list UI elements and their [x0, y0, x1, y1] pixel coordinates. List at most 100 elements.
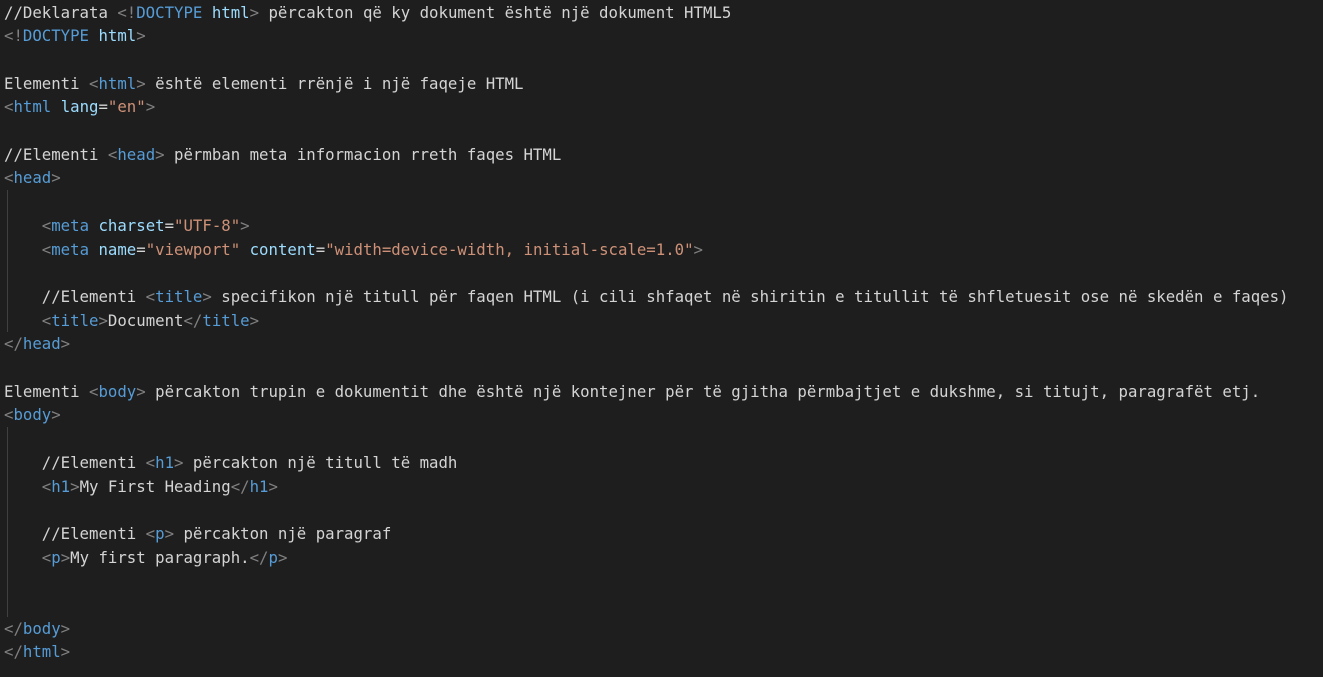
code-token: >: [60, 334, 71, 354]
code-line: //Elementi <head> përmban meta informaci…: [4, 143, 561, 167]
code-token: My first paragraph.: [70, 547, 250, 567]
code-token: >: [136, 73, 146, 93]
code-token: <: [41, 215, 52, 235]
code-token: //Elementi: [4, 144, 108, 164]
code-token: DOCTYPE: [136, 2, 203, 22]
code-token: meta: [51, 215, 90, 235]
code-token: <: [41, 547, 52, 567]
code-line: <meta charset="UTF-8">: [4, 214, 250, 238]
code-token: "width=device-width, initial-scale=1.0": [325, 239, 694, 259]
code-token: =: [98, 97, 108, 117]
code-token: >: [60, 618, 71, 638]
code-token: content: [249, 239, 316, 259]
code-token: >: [155, 144, 165, 164]
code-token: =: [315, 239, 326, 259]
code-token: </: [4, 334, 23, 354]
code-token: >: [60, 547, 71, 567]
code-token: përmban meta informacion rreth faqes HTM…: [164, 144, 562, 164]
code-token: html: [211, 2, 250, 22]
code-line: <p>My first paragraph.</p>: [4, 546, 288, 570]
code-token: >: [249, 310, 260, 330]
code-line: <meta name="viewport" content="width=dev…: [4, 238, 703, 262]
code-token: >: [249, 2, 260, 22]
code-line: </body>: [4, 617, 70, 641]
code-token: >: [70, 476, 80, 496]
code-token: </: [4, 642, 23, 662]
code-token: title: [51, 310, 99, 330]
code-line: </html>: [4, 640, 70, 664]
code-token: është elementi rrënjë i një faqeje HTML: [145, 73, 524, 93]
code-token: p: [268, 547, 278, 567]
code-line: <!DOCTYPE html>: [4, 24, 146, 48]
code-token: >: [98, 310, 108, 330]
code-token: >: [277, 547, 288, 567]
code-token: >: [60, 642, 71, 662]
code-token: body: [98, 381, 137, 401]
code-token: Elementi: [4, 73, 90, 93]
code-line: <body>: [4, 403, 61, 427]
code-token: specifikon një titull për faqen HTML (i …: [211, 286, 1289, 306]
code-token: >: [51, 168, 61, 188]
code-token: <: [41, 239, 52, 259]
code-token: </: [183, 310, 203, 330]
code-token: >: [136, 381, 146, 401]
code-token: //Elementi: [4, 523, 146, 543]
code-editor[interactable]: //Deklarata <!DOCTYPE html> përcakton që…: [0, 0, 1323, 677]
code-token: =: [164, 215, 175, 235]
code-token: <!: [4, 26, 23, 46]
code-token: >: [240, 215, 250, 235]
code-token: >: [202, 286, 212, 306]
code-token: <: [145, 523, 156, 543]
code-line: Elementi <body> përcakton trupin e dokum…: [4, 380, 1260, 404]
code-token: meta: [51, 239, 90, 259]
code-token: >: [145, 97, 156, 117]
code-token: name: [98, 239, 137, 259]
code-token: <!: [117, 2, 137, 22]
code-line: <html lang="en">: [4, 95, 155, 119]
code-line: <title>Document</title>: [4, 309, 259, 333]
code-line: <h1>My First Heading</h1>: [4, 475, 278, 499]
code-token: h1: [51, 476, 71, 496]
code-token: html: [98, 26, 137, 46]
code-line: //Elementi <title> specifikon një titull…: [4, 285, 1289, 309]
code-token: >: [693, 239, 703, 259]
code-token: <: [145, 452, 156, 472]
code-token: body: [13, 405, 52, 425]
code-token: html: [13, 97, 52, 117]
code-token: p: [51, 547, 61, 567]
code-token: lang: [60, 97, 99, 117]
code-token: Document: [107, 310, 184, 330]
code-token: head: [13, 168, 52, 188]
code-token: përcakton një titull të madh: [183, 452, 458, 472]
code-line: <head>: [4, 166, 61, 190]
code-token: "en": [107, 97, 146, 117]
code-token: përcakton që ky dokument është një dokum…: [259, 2, 732, 22]
code-token: h1: [249, 476, 269, 496]
code-token: përcakton trupin e dokumentit dhe është …: [145, 381, 1261, 401]
code-token: head: [22, 334, 61, 354]
code-token: =: [136, 239, 146, 259]
code-token: //Deklarata: [4, 2, 118, 22]
code-token: body: [22, 618, 61, 638]
code-token: html: [98, 73, 137, 93]
code-token: <: [41, 476, 52, 496]
code-token: >: [136, 26, 146, 46]
code-token: head: [117, 144, 156, 164]
code-token: >: [268, 476, 278, 496]
code-token: </: [249, 547, 269, 567]
code-token: html: [22, 642, 61, 662]
code-token: >: [164, 523, 175, 543]
code-line: //Elementi <h1> përcakton një titull të …: [4, 451, 458, 475]
code-token: përcakton një paragraf: [174, 523, 392, 543]
code-token: My First Heading: [79, 476, 231, 496]
code-token: "viewport": [145, 239, 241, 259]
code-line: Elementi <html> është elementi rrënjë i …: [4, 72, 524, 96]
code-token: </: [4, 618, 23, 638]
code-token: //Elementi: [4, 286, 146, 306]
